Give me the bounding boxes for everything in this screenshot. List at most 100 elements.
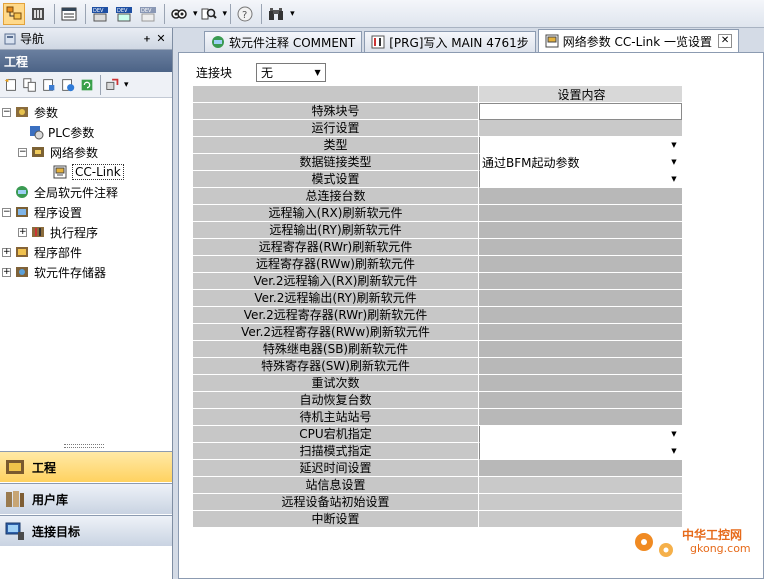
grid-row: 远程输出(RY)刷新软元件 [193,222,682,239]
tree-item-cc-link[interactable]: CC-Link [0,162,172,182]
tree-item-program-parts[interactable]: + 程序部件 [0,242,172,262]
grid-row: 远程寄存器(RWr)刷新软元件 [193,239,682,256]
new-data-icon[interactable] [2,76,20,94]
grid-row-value-text: 通过BFM起动参数 [482,155,580,170]
tab-network-cc-link[interactable]: 网络参数 CC-Link 一览设置 ✕ [537,29,740,52]
chevron-down-icon[interactable]: ▼ [667,172,681,186]
find-icon[interactable] [198,3,220,25]
dev-icon[interactable]: DEV [89,3,111,25]
grid-row: 模式设置 ▼ [193,171,682,188]
grid-row-dropdown[interactable]: ▼ [479,137,682,154]
watch-icon[interactable] [168,3,190,25]
grid-row-value[interactable] [479,188,682,205]
grid-row-label: 重试次数 [193,375,479,392]
nav-user-library-button[interactable]: 用户库 [0,483,172,514]
grid-row-value[interactable] [479,103,682,120]
chevron-down-icon[interactable]: ▾ [124,80,129,90]
grid-row-value[interactable] [479,239,682,256]
grid-row-value[interactable] [479,392,682,409]
chevron-down-icon[interactable]: ▼ [667,138,681,152]
tree-item-execute-program[interactable]: + 执行程序 [0,222,172,242]
tree-expander[interactable]: − [2,207,11,217]
grid-row-value[interactable] [479,273,682,290]
grid-row-value[interactable] [479,307,682,324]
grid-row-dropdown[interactable]: ▼ [479,443,682,460]
close-icon[interactable]: ✕ [154,32,168,45]
grid-row-dropdown[interactable]: 通过BFM起动参数 ▼ [479,154,682,171]
grid-row-value[interactable] [479,290,682,307]
toolbar-separator [100,74,101,95]
grid-row-label: 远程寄存器(RWw)刷新软元件 [193,256,479,273]
grid-row-value[interactable] [479,358,682,375]
project-icon [4,456,26,478]
grid-row-label: 自动恢复台数 [193,392,479,409]
tab-label: 网络参数 CC-Link 一览设置 [562,34,713,49]
nav-project-button[interactable]: 工程 [0,451,172,482]
project-icon[interactable] [3,2,25,25]
tree-item-program-setting[interactable]: − 程序设置 [0,202,172,222]
connection-icon [4,520,26,542]
refresh-icon[interactable] [78,76,96,94]
pin-icon[interactable]: ᚐ [140,32,154,45]
tab-label: [PRG]写入 MAIN 4761步 [389,35,529,50]
grid-row-value[interactable] [479,460,682,477]
tree-expander[interactable]: + [18,227,27,237]
dev-test-icon[interactable]: DEV [137,3,159,25]
binoculars-icon[interactable] [265,3,287,25]
grid-row-value[interactable] [479,222,682,239]
tab-program-main[interactable]: [PRG]写入 MAIN 4761步 [364,31,536,52]
chevron-down-icon[interactable]: ▼ [310,64,325,81]
tree-item-device-memory[interactable]: + 软元件存储器 [0,262,172,282]
link-block-select[interactable]: 无 ▼ [256,63,327,82]
global-comment-icon [14,184,30,200]
navigation-title: 导航 [20,32,45,46]
dev-monitor-icon[interactable]: DEV [113,3,135,25]
grid-row-value[interactable] [479,375,682,392]
chevron-down-icon[interactable]: ▼ [667,444,681,458]
grid-row-value[interactable] [479,409,682,426]
grid-row-label: 中断设置 [193,511,479,528]
grid-header-item [193,86,479,103]
chevron-down-icon[interactable]: ▼ [667,155,681,169]
chevron-down-icon[interactable]: ▾ [223,9,228,19]
toolbar-separator [85,3,86,24]
pane-splitter[interactable] [64,444,104,448]
tree-expander[interactable]: + [2,247,11,257]
chevron-down-icon[interactable]: ▾ [290,9,295,19]
copy-data-icon[interactable] [21,76,39,94]
chevron-down-icon[interactable]: ▼ [667,427,681,441]
grid-row-value[interactable] [479,256,682,273]
grid-row-value[interactable] [479,494,682,511]
grid-row: Ver.2远程输入(RX)刷新软元件 [193,273,682,290]
grid-row-value[interactable] [479,205,682,222]
module-icon[interactable] [27,3,49,25]
tab-device-comment[interactable]: 软元件注释 COMMENT [204,31,363,52]
nav-connection-button[interactable]: 连接目标 [0,515,172,546]
grid-row: 站信息设置 [193,477,682,494]
grid-row-dropdown[interactable]: ▼ [479,426,682,443]
tree-settings-icon[interactable] [104,76,122,94]
help-icon[interactable]: ? [234,3,256,25]
library-icon [4,488,26,510]
grid-row-value[interactable] [479,324,682,341]
data-property-icon[interactable] [40,76,58,94]
grid-row-value[interactable] [479,341,682,358]
grid-row-label: 特殊继电器(SB)刷新软元件 [193,341,479,358]
project-tree: − 参数 PLC参数 − 网络参数 CC-Link 全局软元件注释 − 程序设置… [0,98,172,282]
info-icon[interactable] [59,76,77,94]
grid-row-label: 远程设备站初始设置 [193,494,479,511]
tree-item-network-parameter[interactable]: − 网络参数 [0,142,172,162]
tree-expander[interactable]: + [2,267,11,277]
tree-expander[interactable]: − [2,107,11,117]
tree-item-global-comment[interactable]: 全局软元件注释 [0,182,172,202]
close-icon[interactable]: ✕ [718,34,733,48]
tree-item-plc-parameter[interactable]: PLC参数 [0,122,172,142]
grid-row-label: Ver.2远程输出(RY)刷新软元件 [193,290,479,307]
grid-row-value[interactable] [479,477,682,494]
tree-item-parameter[interactable]: − 参数 [0,102,172,122]
grid-row-value[interactable] [479,120,682,137]
list-icon[interactable] [58,3,80,25]
project-header: 工程 [0,50,172,72]
tree-expander[interactable]: − [18,147,27,157]
grid-row-dropdown[interactable]: ▼ [479,171,682,188]
